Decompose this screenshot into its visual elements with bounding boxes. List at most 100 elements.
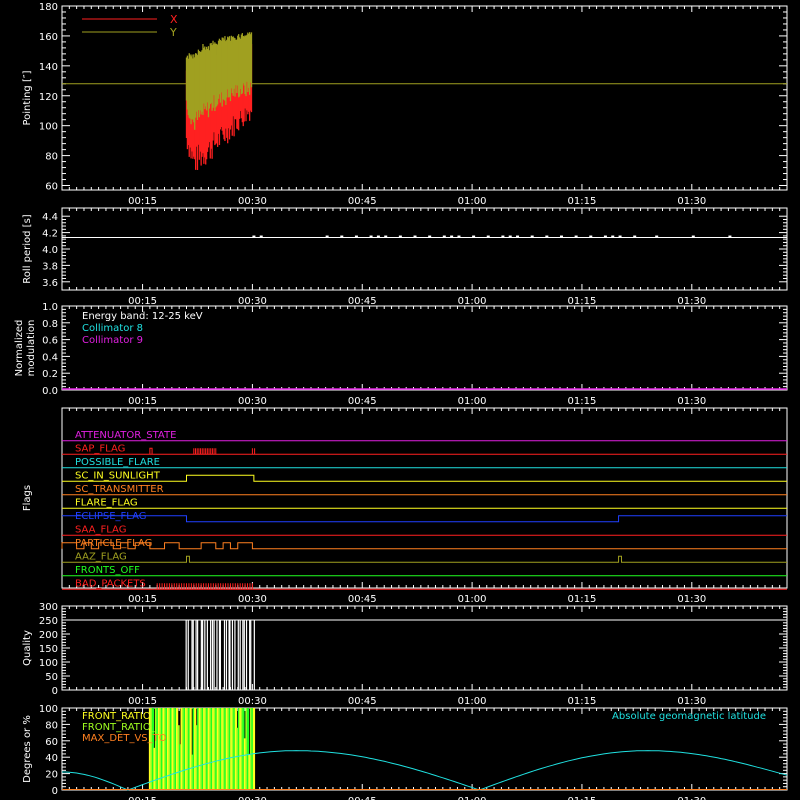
y-tick-label: 50 (45, 672, 58, 683)
y-axis-label: Degrees or % (22, 715, 33, 783)
annotation-3: Absolute geomagnetic latitude (612, 711, 766, 722)
roll-period-blip (252, 235, 256, 238)
roll-period-blip (728, 235, 732, 238)
x-tick-label: 00:30 (238, 594, 267, 605)
annotation-2: MAX_DET_VS_TO (82, 733, 167, 744)
y-tick-label: 0 (52, 786, 58, 797)
x-tick-label: 00:15 (128, 796, 157, 800)
y-axis-label: Normalized (14, 320, 25, 377)
y-tick-label: 140 (39, 62, 58, 73)
annotation-0: Energy band: 12-25 keV (82, 311, 203, 322)
flag-label: FLARE_FLAG (75, 497, 138, 508)
x-tick-label: 01:00 (458, 396, 487, 407)
annotation-1: Collimator 8 (82, 323, 143, 334)
y-tick-label: 200 (39, 630, 58, 641)
roll-period-blip (516, 235, 520, 238)
roll-period-blip (508, 235, 512, 238)
y-tick-label: 80 (45, 720, 58, 731)
x-tick-label: 01:15 (568, 196, 597, 207)
flag-label: SC_IN_SUNLIGHT (75, 470, 161, 481)
x-tick-label: 01:30 (677, 196, 706, 207)
y-tick-label: 160 (39, 32, 58, 43)
x-tick-label: 00:30 (238, 696, 267, 707)
y-axis-label: modulation (26, 320, 37, 377)
roll-period-blip (545, 235, 549, 238)
x-tick-label: 01:00 (458, 796, 487, 800)
x-tick-label: 01:30 (677, 696, 706, 707)
y-tick-label: 100 (39, 704, 58, 715)
legend-label-x: X (170, 13, 178, 26)
y-tick-label: 60 (45, 737, 58, 748)
roll-period-blip (428, 235, 432, 238)
roll-period-blip (530, 235, 534, 238)
roll-period-blip (559, 235, 563, 238)
roll-period-blip (376, 235, 380, 238)
x-tick-label: 01:30 (677, 594, 706, 605)
y-tick-label: 0.2 (42, 369, 58, 380)
x-tick-label: 00:45 (348, 296, 377, 307)
roll-period-blip (574, 235, 578, 238)
plot-canvas: 00:15 00:30 00:45 01:00 01:15 01:30 60 80 100 120… (0, 0, 800, 800)
x-tick-label: 00:15 (128, 396, 157, 407)
x-tick-label: 01:15 (568, 796, 597, 800)
roll-period-blip (618, 235, 622, 238)
y-tick-label: 4.4 (42, 212, 58, 223)
x-tick-label: 01:15 (568, 594, 597, 605)
x-tick-label: 01:15 (568, 296, 597, 307)
x-tick-label: 00:45 (348, 396, 377, 407)
roll-period-blip (501, 235, 505, 238)
ratio-bar (252, 708, 256, 790)
y-axis-label: Roll period [s] (22, 214, 33, 283)
x-tick-label: 00:30 (238, 396, 267, 407)
y-tick-label: 150 (39, 644, 58, 655)
legend-label-y: Y (169, 26, 177, 39)
y-tick-label: 1.0 (42, 302, 58, 313)
y-tick-label: 0.0 (42, 386, 58, 397)
x-tick-label: 00:15 (128, 594, 157, 605)
x-tick-label: 01:30 (677, 296, 706, 307)
flag-label: POSSIBLE_FLARE (75, 457, 160, 468)
y-tick-label: 0.6 (42, 336, 58, 347)
roll-period-blip (486, 235, 490, 238)
x-tick-label: 01:00 (458, 696, 487, 707)
flag-label: ATTENUATOR_STATE (75, 430, 176, 441)
x-tick-label: 01:30 (677, 396, 706, 407)
y-tick-label: 0.4 (42, 352, 58, 363)
y-tick-label: 3.6 (42, 278, 58, 289)
roll-period-blip (259, 235, 263, 238)
roll-period-blip (472, 235, 476, 238)
y-tick-label: 300 (39, 602, 58, 613)
roll-period-blip (354, 235, 358, 238)
annotation-1: FRONT_RATIO_ (82, 722, 157, 733)
y-tick-label: 60 (45, 182, 58, 193)
roll-period-blip (340, 235, 344, 238)
x-tick-label: 01:00 (458, 296, 487, 307)
x-tick-label: 00:30 (238, 796, 267, 800)
y-tick-label: 40 (45, 753, 58, 764)
y-tick-label: 3.8 (42, 261, 58, 272)
roll-period-blip (691, 235, 695, 238)
y-tick-label: 0 (52, 686, 58, 697)
roll-period-blip (589, 235, 593, 238)
x-tick-label: 01:00 (458, 196, 487, 207)
x-tick-label: 01:15 (568, 396, 597, 407)
roll-period-blip (369, 235, 373, 238)
y-tick-label: 20 (45, 770, 58, 781)
x-tick-label: 00:45 (348, 796, 377, 800)
y-tick-label: 4.2 (42, 229, 58, 240)
flag-label: AAZ_FLAG (75, 551, 127, 562)
x-tick-label: 00:45 (348, 196, 377, 207)
y-tick-label: 100 (39, 122, 58, 133)
y-axis-label: Quality (22, 630, 33, 666)
roll-period-blip (398, 235, 402, 238)
roll-period-blip (611, 235, 615, 238)
y-axis-label: Flags (22, 485, 33, 511)
y-axis-label: Pointing [″] (22, 70, 33, 125)
x-tick-label: 00:30 (238, 196, 267, 207)
roll-period-blip (603, 235, 607, 238)
x-tick-label: 00:45 (348, 594, 377, 605)
x-tick-label: 01:00 (458, 594, 487, 605)
roll-period-blip (633, 235, 637, 238)
flag-label: SC_TRANSMITTER (75, 484, 164, 495)
y-tick-label: 120 (39, 92, 58, 103)
